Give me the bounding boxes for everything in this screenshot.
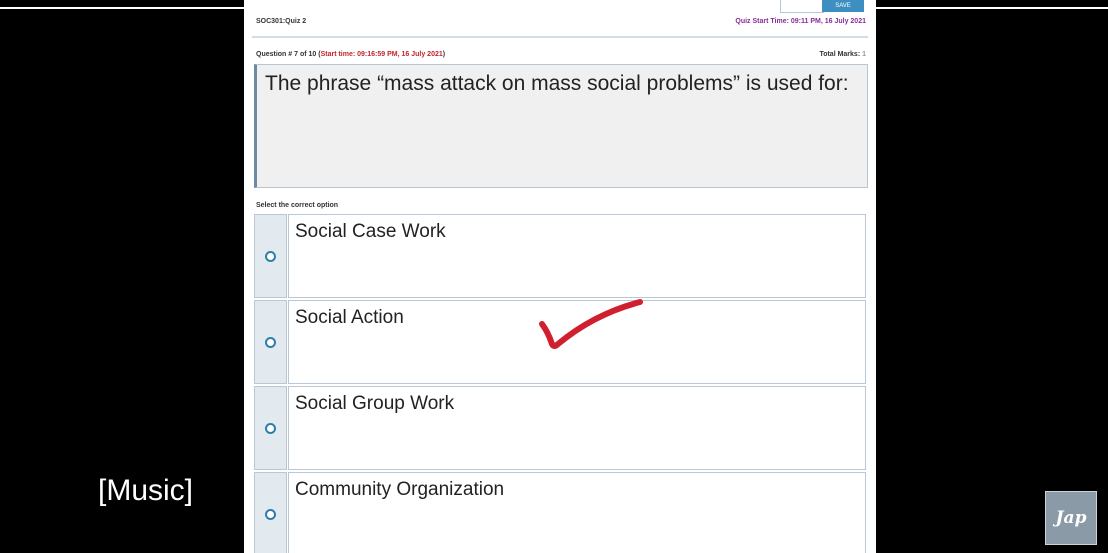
question-number-suffix: ) [442, 51, 446, 58]
option-radio-cell[interactable] [254, 386, 287, 470]
checkmark-icon [539, 299, 643, 349]
header-divider [252, 36, 868, 38]
option-row[interactable]: Social Case Work [254, 214, 866, 298]
option-label: Community Organization [295, 479, 505, 500]
option-radio-cell[interactable] [254, 472, 287, 553]
total-marks-label: Total Marks: [819, 51, 863, 58]
channel-logo: Jap [1045, 491, 1097, 545]
option-label: Social Case Work [295, 221, 446, 242]
option-label: Social Action [295, 307, 404, 328]
quiz-page: SAVE SOC301:Quiz 2 Quiz Start Time: 09:1… [244, 0, 876, 553]
question-box: The phrase “mass attack on mass social p… [254, 64, 868, 188]
quiz-start-time: Quiz Start Time: 09:11 PM, 16 July 2021 [735, 18, 866, 25]
question-text: The phrase “mass attack on mass social p… [265, 72, 849, 95]
question-start-time: Start time: 09:16:59 PM, 16 July 2021 [320, 51, 443, 58]
option-row[interactable]: Social Group Work [254, 386, 866, 470]
course-quiz-title: SOC301:Quiz 2 [256, 18, 307, 25]
radio-button[interactable] [265, 251, 276, 262]
save-button[interactable]: SAVE [822, 0, 864, 12]
option-row[interactable]: Community Organization [254, 472, 866, 553]
total-marks: Total Marks: 1 [819, 51, 866, 58]
option-text-cell[interactable]: Social Group Work [288, 386, 866, 470]
option-text-cell[interactable]: Community Organization [288, 472, 866, 553]
question-info: Question # 7 of 10 (Start time: 09:16:59… [256, 51, 445, 58]
option-radio-cell[interactable] [254, 300, 287, 384]
option-label: Social Group Work [295, 393, 455, 414]
radio-button[interactable] [265, 423, 276, 434]
radio-button[interactable] [265, 337, 276, 348]
option-radio-cell[interactable] [254, 214, 287, 298]
question-number: Question # 7 of 10 ( [256, 51, 321, 58]
total-marks-value: 1 [862, 51, 866, 58]
radio-button[interactable] [265, 509, 276, 520]
caption-text: [Music] [98, 474, 194, 507]
top-divider-left [0, 7, 244, 9]
select-option-label: Select the correct option [256, 202, 339, 209]
top-button-blank[interactable] [780, 0, 824, 13]
top-divider-right [876, 7, 1108, 9]
option-text-cell[interactable]: Social Case Work [288, 214, 866, 298]
